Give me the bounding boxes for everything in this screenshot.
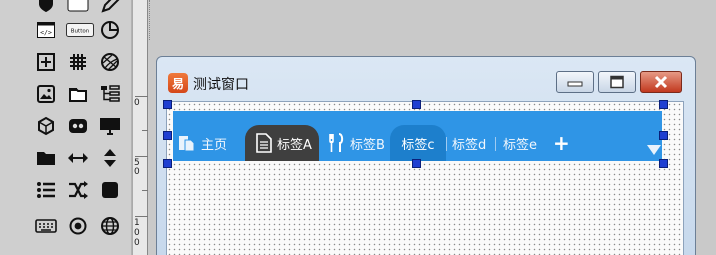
document-copy-icon (177, 133, 197, 153)
minimize-button[interactable] (556, 71, 594, 93)
grid-icon (70, 54, 86, 70)
minimize-icon (567, 81, 583, 87)
button-box-icon (67, 0, 89, 12)
app-logo-icon: 易 (168, 73, 188, 93)
code-window-icon: </> (37, 22, 55, 38)
tab-home[interactable]: 主页 (177, 125, 227, 161)
tab-e[interactable]: 标签e (503, 125, 537, 161)
pencil-icon (101, 0, 120, 13)
document-icon (255, 133, 273, 153)
toolbox-item-vertical-arrows[interactable] (96, 144, 124, 172)
globe-icon (101, 217, 119, 235)
toolbox-item-pie-chart[interactable] (96, 16, 124, 44)
window-client-area[interactable]: 主页 标签A 标签B 标签c 标签d 标签e + (166, 101, 684, 255)
close-button[interactable] (640, 71, 682, 93)
shuffle-icon (69, 181, 88, 199)
tab-separator (446, 137, 447, 151)
tab-b[interactable]: 标签B (328, 125, 385, 161)
toolbox-item-code-window[interactable]: </> (32, 16, 60, 44)
resize-handle-bottom-center[interactable] (412, 159, 421, 168)
vertical-ruler: 0 5 0 1 0 0 (132, 0, 148, 255)
tab-label: 标签d (452, 137, 487, 153)
image-icon (37, 85, 55, 103)
ruler-label: 0 (134, 238, 140, 248)
fork-knife-icon (328, 133, 346, 153)
tab-label: 标签B (350, 137, 385, 153)
svg-text:</>: </> (40, 29, 52, 37)
resize-handle-top-left[interactable] (163, 100, 172, 109)
toolbox-item-radio[interactable] (64, 212, 92, 240)
toolbox-item-tab-panel[interactable] (64, 80, 92, 108)
resize-handle-middle-right[interactable] (659, 131, 668, 140)
button-control-icon: Button (66, 23, 94, 37)
black-square-icon (102, 182, 118, 198)
add-tab-button[interactable]: + (553, 133, 570, 153)
ruler-tick (135, 96, 148, 97)
toolbox-item-image[interactable] (32, 80, 60, 108)
tab-separator (495, 137, 496, 151)
toolbox-panel: </> Button (0, 0, 132, 255)
ruler-tick (135, 156, 148, 157)
tab-label: 标签c (401, 137, 435, 153)
test-window[interactable]: 易 测试窗口 主页 标签A 标签B 标签c 标签d 标签e + (156, 56, 696, 255)
window-titlebar[interactable]: 易 测试窗口 (157, 57, 695, 101)
toolbox-item-black-square[interactable] (96, 176, 124, 204)
maximize-button[interactable] (598, 71, 636, 93)
toolbox-item-folder[interactable] (32, 144, 60, 172)
guide-line (149, 0, 150, 40)
monitor-icon (100, 118, 120, 135)
ruler-label: 1 (134, 218, 140, 228)
ruler-label: 0 (134, 167, 140, 177)
toolbox-item-globe-wire[interactable] (96, 48, 124, 76)
window-title: 测试窗口 (193, 77, 249, 93)
radio-icon (69, 217, 87, 235)
plus-box-icon (37, 53, 55, 71)
vertical-arrows-icon (104, 149, 116, 167)
tab-label: 主页 (201, 137, 228, 153)
maximize-icon (610, 75, 624, 89)
resize-handle-bottom-right[interactable] (659, 159, 668, 168)
toolbox-item-plus-box[interactable] (32, 48, 60, 76)
tab-a[interactable]: 标签A (245, 125, 319, 161)
tab-label: 标签A (277, 137, 312, 153)
folder-icon (37, 152, 55, 165)
toolbox-item-grid[interactable] (64, 48, 92, 76)
shield-icon (39, 0, 53, 12)
keyboard-icon (35, 219, 57, 233)
tree-icon (101, 85, 120, 102)
gamepad-icon (69, 119, 87, 133)
tab-c[interactable]: 标签c (390, 125, 446, 161)
ruler-label: 0 (134, 228, 140, 238)
globe-wire-icon (101, 53, 119, 71)
tab-label: 标签e (503, 137, 537, 153)
ruler-label: 0 (134, 98, 140, 108)
ruler-tick (135, 216, 148, 217)
toolbox-item-globe[interactable] (96, 212, 124, 240)
resize-handle-top-center[interactable] (412, 100, 421, 109)
pie-chart-icon (101, 21, 119, 39)
tab-panel-icon (69, 88, 87, 102)
tab-bar[interactable]: 主页 标签A 标签B 标签c 标签d 标签e + (173, 111, 662, 161)
tab-d[interactable]: 标签d (452, 125, 486, 161)
toolbox-item-button-control[interactable]: Button (64, 16, 96, 44)
resize-handle-bottom-left[interactable] (163, 159, 172, 168)
toolbox-item-gamepad[interactable] (64, 112, 92, 140)
resize-handle-top-right[interactable] (659, 100, 668, 109)
tab-dropdown-icon[interactable] (647, 145, 661, 155)
toolbox-item-list[interactable] (32, 176, 60, 204)
cube-icon (38, 116, 54, 136)
horizontal-arrows-icon (68, 153, 88, 163)
toolbox-item-tree[interactable] (96, 80, 124, 108)
toolbox-item-cube[interactable] (32, 112, 60, 140)
close-icon (654, 75, 668, 89)
list-icon (37, 182, 55, 198)
toolbox-item-horizontal-arrows[interactable] (64, 144, 92, 172)
svg-text:Button: Button (71, 29, 90, 35)
resize-handle-middle-left[interactable] (163, 131, 172, 140)
toolbox-item-shuffle[interactable] (64, 176, 92, 204)
toolbox-item-monitor[interactable] (96, 112, 124, 140)
toolbox-item-keyboard[interactable] (32, 212, 60, 240)
